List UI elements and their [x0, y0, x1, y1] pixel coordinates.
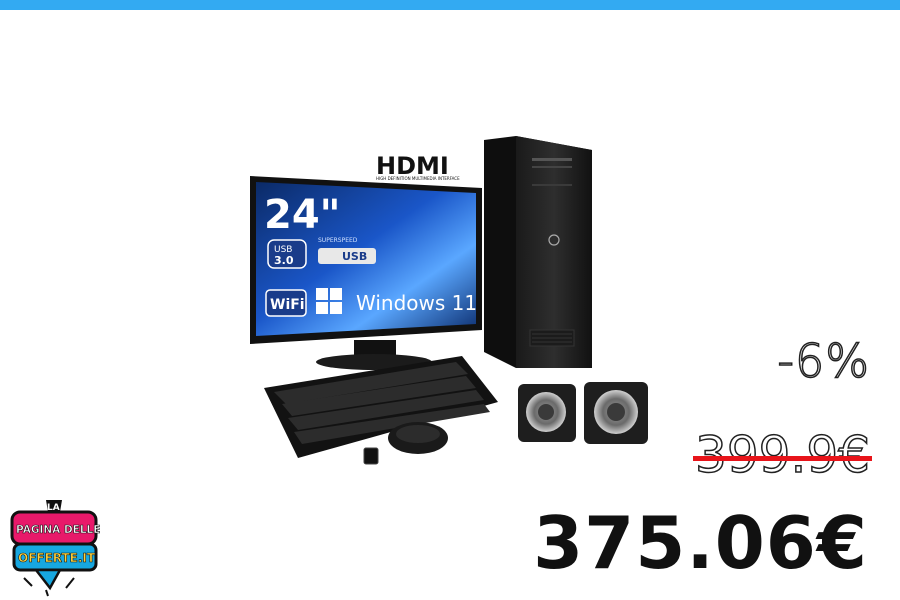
svg-text:Windows 11: Windows 11 [356, 291, 477, 315]
keyboard [264, 356, 498, 458]
svg-text:OFFERTE.IT: OFFERTE.IT [18, 551, 96, 565]
svg-text:HIGH DEFINITION MULTIMEDIA INT: HIGH DEFINITION MULTIMEDIA INTERFACE [376, 176, 460, 181]
discount-label: -6% [777, 334, 870, 388]
old-price-value: 399.9€ [694, 426, 870, 484]
svg-text:USB: USB [342, 250, 367, 263]
brand-logo: LA PAGINA DELLE OFFERTE.IT [10, 500, 101, 597]
svg-text:3.0: 3.0 [274, 254, 294, 267]
svg-text:PAGINA DELLE: PAGINA DELLE [16, 524, 100, 536]
svg-text:24": 24" [264, 192, 341, 238]
old-price: 399.9€ [693, 429, 872, 481]
new-price: 375.06€ [533, 501, 868, 585]
svg-text:SUPERSPEED: SUPERSPEED [318, 237, 358, 244]
svg-text:WiFi: WiFi [270, 297, 305, 313]
strikethrough-line [693, 456, 872, 461]
top-accent-bar [0, 0, 900, 10]
pc-tower [484, 136, 592, 368]
monitor: 24" USB 3.0 SUPERSPEED USB WiFi Windows … [250, 176, 482, 370]
product-image: HDMI HIGH DEFINITION MULTIMEDIA INTERFAC… [250, 136, 648, 465]
offer-card: HDMI HIGH DEFINITION MULTIMEDIA INTERFAC… [0, 0, 900, 600]
hdmi-logo: HDMI HIGH DEFINITION MULTIMEDIA INTERFAC… [376, 152, 460, 181]
speakers [518, 382, 648, 444]
